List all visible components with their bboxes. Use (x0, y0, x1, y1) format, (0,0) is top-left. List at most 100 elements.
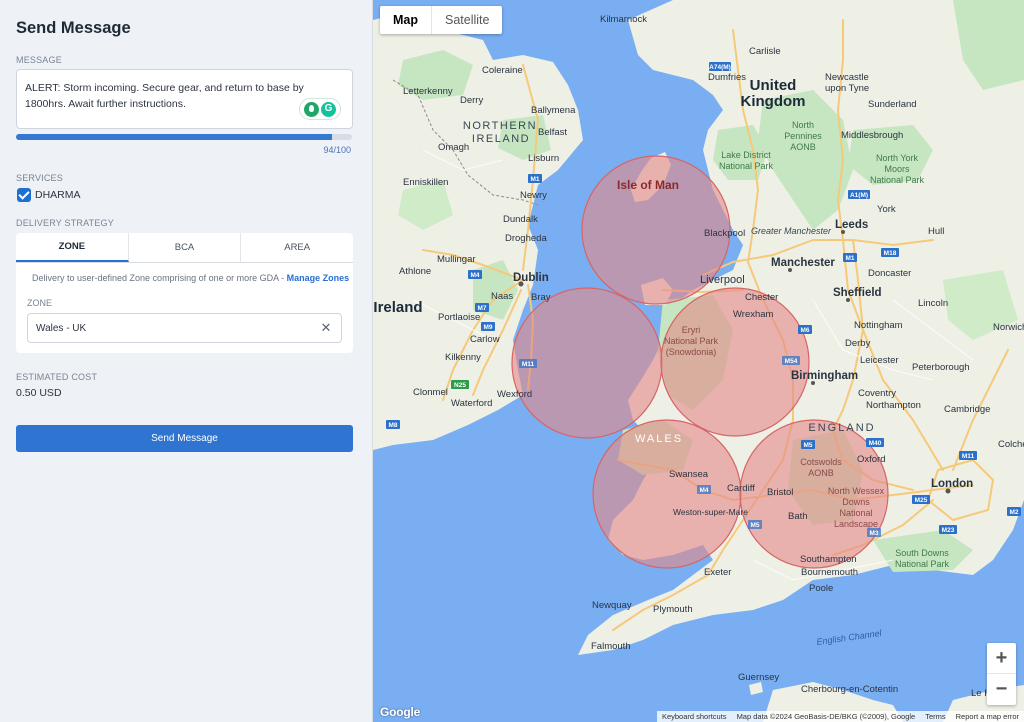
label-sd1: South Downs (895, 548, 949, 558)
label-channel: English Channel (816, 628, 883, 647)
label-doncaster: Doncaster (868, 268, 911, 279)
label-chester: Chester (745, 292, 778, 303)
delivery-tabs: ZONE BCA AREA (16, 233, 353, 263)
estimated-cost-value: 0.50 USD (16, 387, 62, 399)
label-lisburn: Lisburn (528, 153, 559, 164)
label-nwd2: Downs (842, 497, 870, 507)
keyboard-shortcuts-link[interactable]: Keyboard shortcuts (657, 711, 732, 722)
tab-zone[interactable]: ZONE (16, 233, 129, 262)
label-eryri2: National Park (664, 336, 719, 346)
dharma-checkbox-label[interactable]: DHARMA (35, 189, 81, 201)
label-leeds: Leeds (835, 219, 868, 231)
label-newcastle: Newcastle (825, 72, 869, 83)
message-label: MESSAGE (16, 55, 62, 65)
label-dublin: Dublin (513, 272, 549, 284)
tab-bca[interactable]: BCA (129, 233, 242, 262)
label-guernsey: Guernsey (738, 672, 779, 683)
zone-description-text: Delivery to user-defined Zone comprising… (32, 273, 287, 283)
label-nym3: National Park (870, 175, 925, 185)
label-letterkenny: Letterkenny (403, 86, 453, 97)
message-text: ALERT: Storm incoming. Secure gear, and … (25, 82, 304, 110)
dharma-checkbox[interactable] (17, 188, 31, 202)
label-swansea: Swansea (669, 469, 709, 480)
clear-icon[interactable]: ✕ (319, 321, 333, 335)
label-iom: Isle of Man (617, 178, 679, 192)
character-progress-bar (16, 134, 352, 140)
label-sd2: National Park (895, 559, 950, 569)
label-cots1: Cotswolds (800, 457, 842, 467)
label-newquay: Newquay (592, 600, 632, 611)
label-blackpool: Blackpool (704, 228, 745, 239)
label-manchester: Manchester (771, 257, 835, 269)
character-progress-fill (16, 134, 332, 140)
label-liverpool: Liverpool (700, 274, 745, 286)
label-nym2: Moors (884, 164, 910, 174)
label-middlesbrough: Middlesbrough (841, 130, 903, 141)
label-peterborough: Peterborough (912, 362, 970, 373)
label-lincoln: Lincoln (918, 298, 948, 309)
badge-a74: A74(M) (709, 64, 731, 71)
message-textarea[interactable]: ALERT: Storm incoming. Secure gear, and … (16, 69, 353, 129)
badge-m11: M11 (962, 453, 975, 460)
zone-select-value: Wales - UK (36, 323, 87, 334)
label-nwd3: National (839, 508, 872, 518)
send-message-button[interactable]: Send Message (16, 425, 353, 452)
zone-select[interactable]: Wales - UK ✕ (27, 313, 342, 343)
label-coventry: Coventry (858, 388, 896, 399)
label-derby: Derby (845, 338, 871, 349)
zoom-in-button[interactable]: + (987, 643, 1016, 674)
google-logo[interactable]: Google (380, 705, 420, 719)
label-cots2: AONB (808, 468, 834, 478)
estimated-cost-label: ESTIMATED COST (16, 372, 98, 382)
badge-a1m: A1(M) (850, 192, 868, 199)
badge-m54: M54 (785, 358, 798, 365)
label-oxford: Oxford (857, 454, 886, 465)
label-nwd1: North Wessex (828, 486, 885, 496)
map-type-satellite-button[interactable]: Satellite (432, 6, 502, 34)
badge-n25: N25 (454, 382, 466, 389)
label-nwd4: Landscape (834, 519, 878, 529)
report-map-error-link[interactable]: Report a map error (951, 711, 1024, 722)
bulb-icon[interactable] (304, 101, 319, 117)
zone-field-label: ZONE (27, 298, 53, 308)
label-eryri3: (Snowdonia) (666, 347, 717, 357)
label-plymouth: Plymouth (653, 604, 693, 615)
map-type-map-button[interactable]: Map (380, 6, 432, 34)
label-york: York (877, 204, 896, 215)
dot-leeds (841, 230, 845, 234)
map-view[interactable]: United Kingdom NORTHERN IRELAND Ireland … (373, 0, 1024, 722)
label-ld1: Lake District (721, 150, 771, 160)
label-leicester: Leicester (860, 355, 899, 366)
label-dundalk: Dundalk (503, 214, 538, 225)
manage-zones-link[interactable]: Manage Zones (287, 273, 350, 283)
character-count: 94/100 (323, 145, 351, 155)
tab-area[interactable]: AREA (241, 233, 353, 262)
label-falmouth: Falmouth (591, 641, 631, 652)
terms-link[interactable]: Terms (920, 711, 950, 722)
map-type-control: Map Satellite (380, 6, 503, 34)
dot-sheffield (846, 298, 850, 302)
guernsey-landmass (749, 682, 763, 695)
grammarly-icon[interactable]: G (321, 101, 336, 117)
writing-assistant-tools[interactable]: G (299, 98, 341, 120)
label-bristol: Bristol (767, 487, 793, 498)
label-ni2: IRELAND (472, 133, 530, 145)
label-kilkenny: Kilkenny (445, 352, 481, 363)
panel-title: Send Message (16, 19, 131, 37)
label-wrexham: Wrexham (733, 309, 774, 320)
label-gb1: Greater Manchester (751, 226, 832, 236)
label-mullingar: Mullingar (437, 254, 476, 265)
badge-m2: M2 (1009, 509, 1018, 516)
map-canvas[interactable]: United Kingdom NORTHERN IRELAND Ireland … (373, 0, 1024, 722)
dot-birmingham (811, 381, 815, 385)
label-colchester: Colchester (998, 439, 1024, 450)
label-portlaoise: Portlaoise (438, 312, 480, 323)
send-message-panel: Send Message MESSAGE ALERT: Storm incomi… (0, 0, 373, 722)
label-newry: Newry (520, 190, 547, 201)
label-poole: Poole (809, 583, 833, 594)
zoom-out-button[interactable]: − (987, 674, 1016, 705)
badge-m4w: M4 (699, 487, 708, 494)
label-ireland: Ireland (373, 299, 422, 316)
label-ballymena: Ballymena (531, 105, 576, 116)
dot-dublin (518, 281, 524, 287)
